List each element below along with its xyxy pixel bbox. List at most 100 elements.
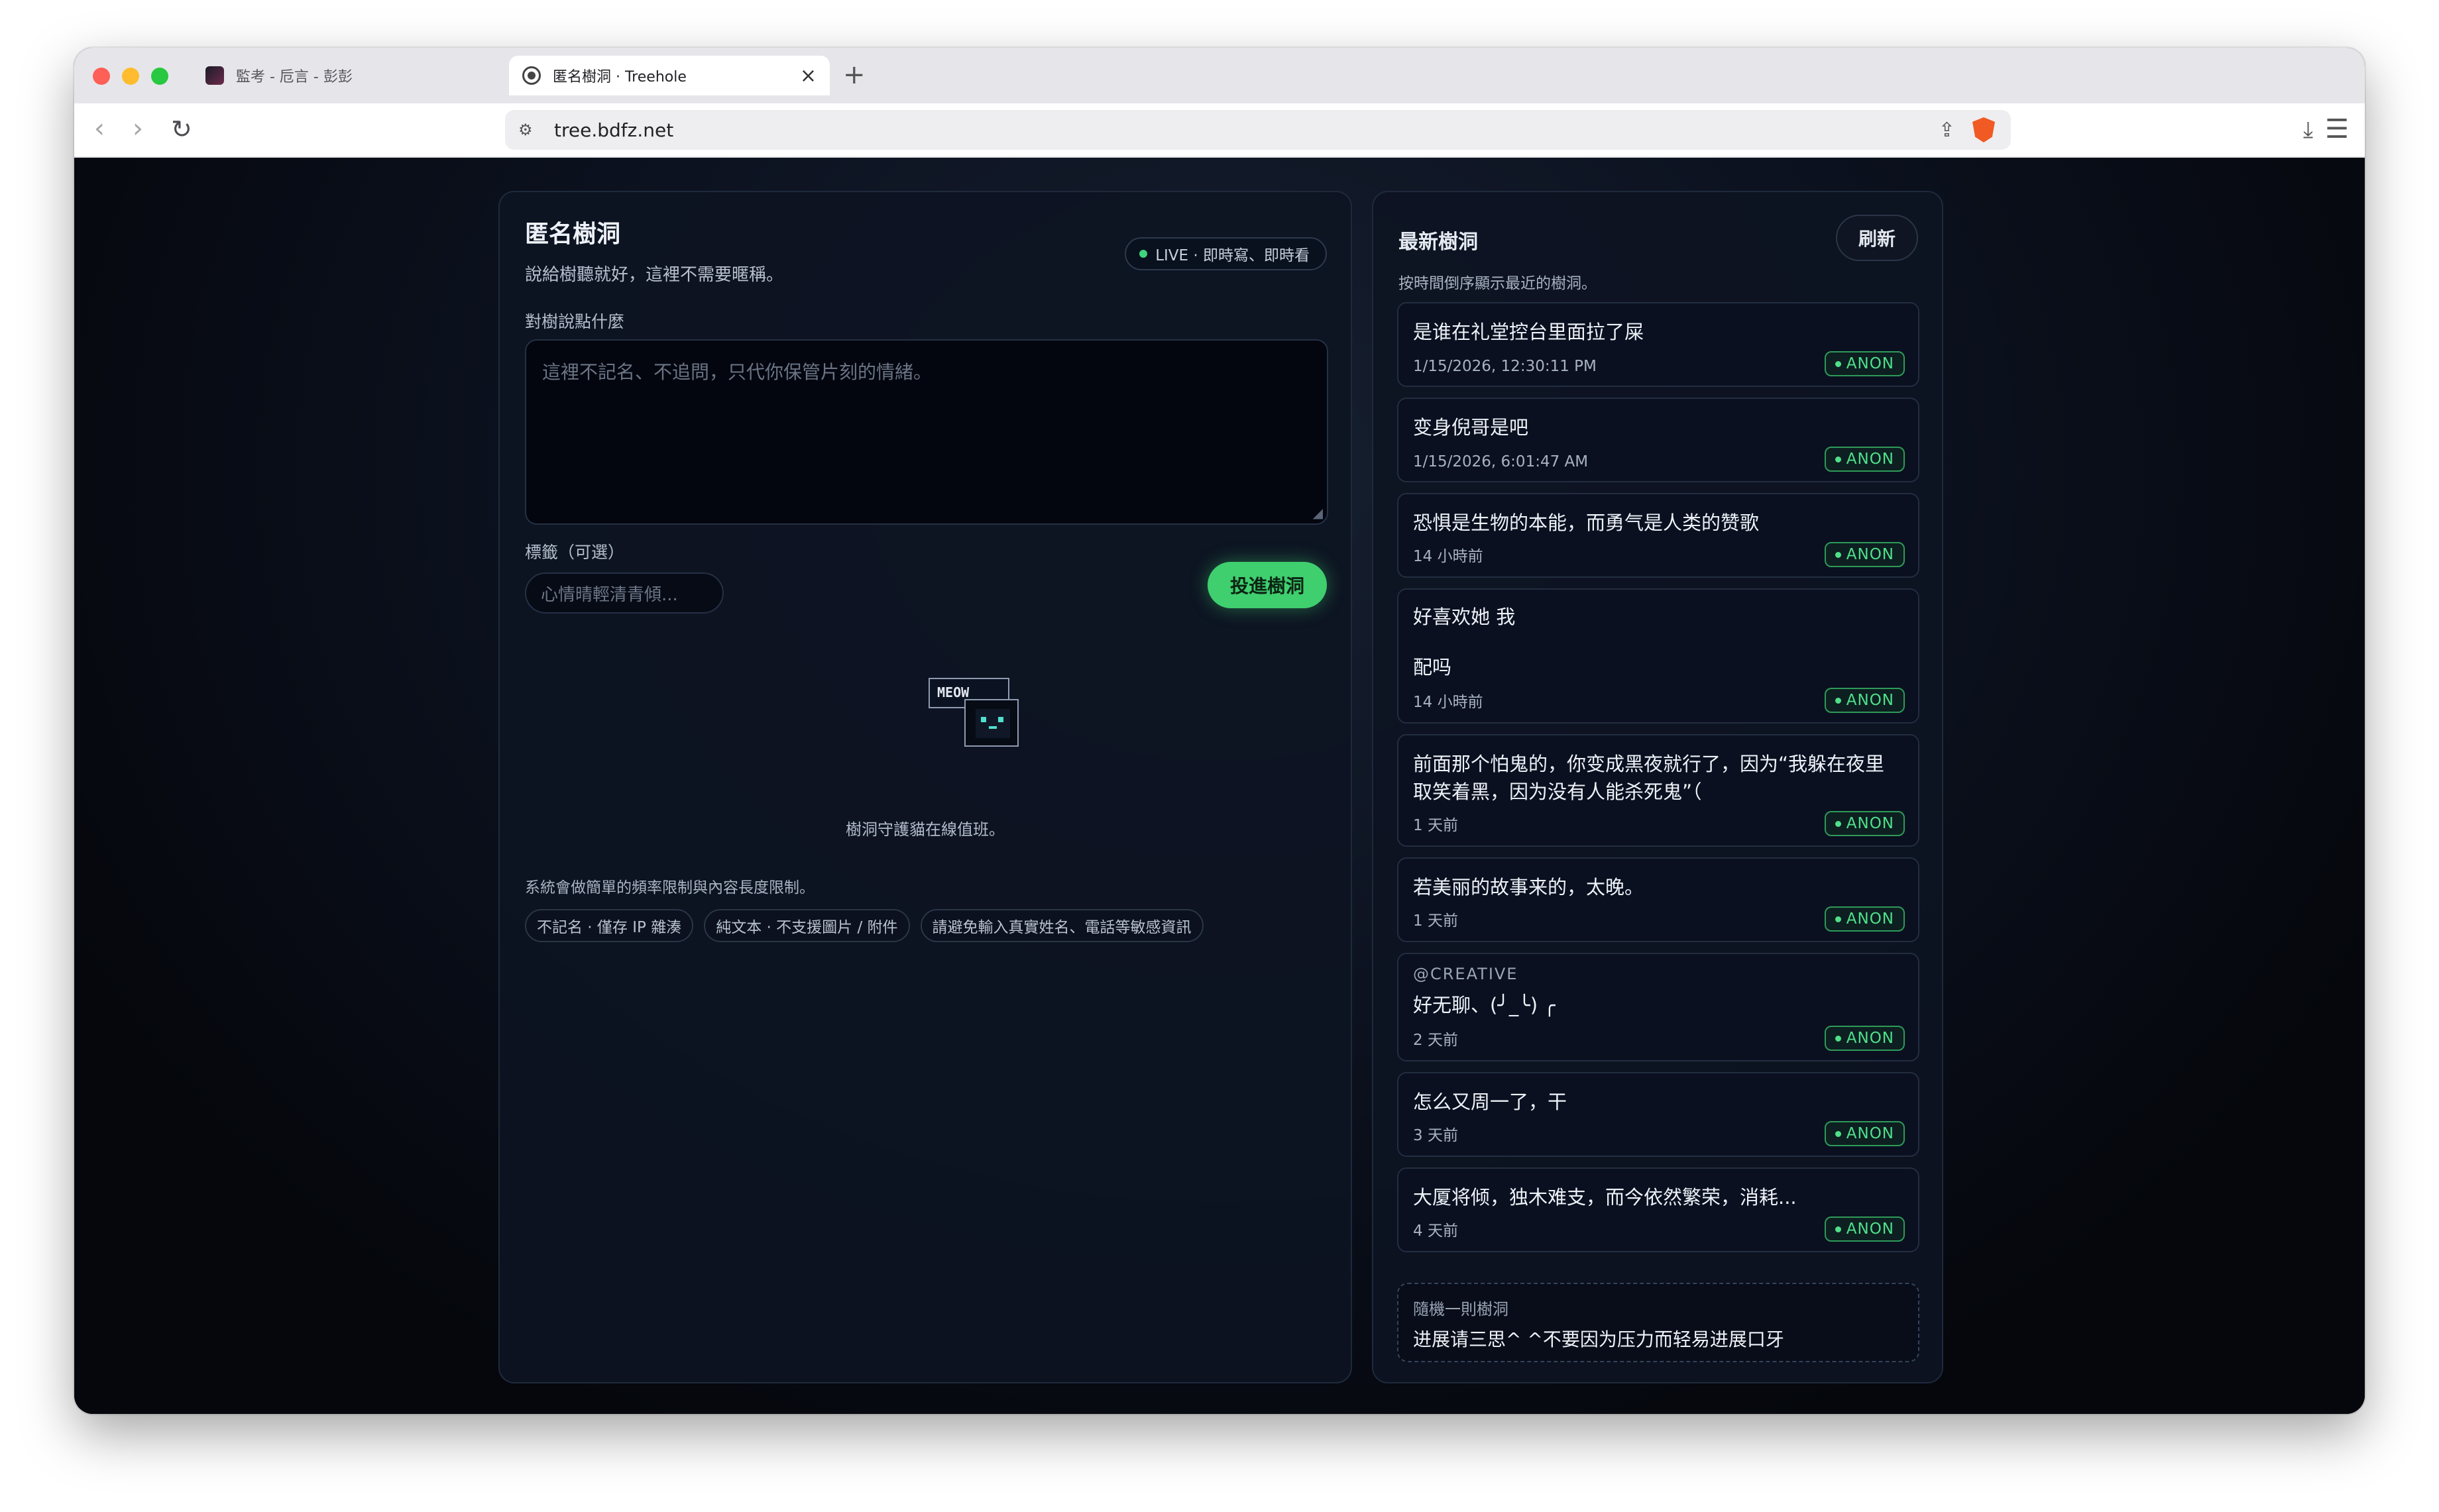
feed-post[interactable]: 大厦将倾，独木难支，而今依然繁荣，消耗... 4 天前 ANON	[1397, 1167, 1919, 1252]
feed-post[interactable]: 若美丽的故事来的，太晚。 1 天前 ANON	[1397, 857, 1919, 942]
message-label: 對樹說點什麼	[525, 312, 625, 331]
anon-badge-text: ANON	[1846, 1030, 1894, 1047]
url-text[interactable]: tree.bdfz.net	[554, 119, 1939, 141]
message-placeholder: 這裡不記名、不追問，只代你保管片刻的情緒。	[542, 361, 933, 383]
anon-dot-icon	[1835, 360, 1841, 367]
back-icon[interactable]: ‹	[94, 115, 105, 142]
refresh-button[interactable]: 刷新	[1836, 215, 1918, 261]
mascot-sign-text: MEOW	[937, 684, 970, 700]
reload-icon[interactable]: ↻	[171, 117, 192, 142]
post-text: 好喜欢她 我 配吗	[1413, 606, 1516, 678]
live-status-badge: LIVE · 即時寫、即時看	[1125, 237, 1327, 270]
limit-note: 系統會做簡單的頻率限制與內容長度限制。	[525, 879, 815, 896]
anon-dot-icon	[1835, 697, 1841, 704]
zoom-window-button[interactable]	[151, 68, 168, 85]
anon-dot-icon	[1835, 1035, 1841, 1042]
post-text: 前面那个怕鬼的，你变成黑夜就行了，因为“我躲在夜里取笑着黑，因为没有人能杀死鬼”…	[1413, 753, 1885, 803]
composer-card: 匿名樹洞 說給樹聽就好，這裡不需要暱稱。 LIVE · 即時寫、即時看 對樹說點…	[498, 191, 1352, 1383]
forward-icon[interactable]: ›	[133, 115, 143, 142]
anon-badge-text: ANON	[1846, 546, 1894, 563]
message-textarea[interactable]: 這裡不記名、不追問，只代你保管片刻的情緒。 ◢	[525, 339, 1328, 525]
tag-input[interactable]: 心情晴輕清青傾...	[525, 572, 724, 614]
post-time: 2 天前	[1413, 1032, 1458, 1049]
post-time: 1/15/2026, 6:01:47 AM	[1413, 453, 1589, 470]
post-text: 怎么又周一了，干	[1413, 1091, 1567, 1113]
resize-handle-icon[interactable]: ◢	[1313, 505, 1323, 521]
post-text: 恐惧是生物的本能，而勇气是人类的赞歌	[1413, 512, 1760, 534]
page-content: 匿名樹洞 說給樹聽就好，這裡不需要暱稱。 LIVE · 即時寫、即時看 對樹說點…	[74, 158, 2365, 1414]
close-window-button[interactable]	[93, 68, 110, 85]
mascot-caption: 樹洞守護貓在線值班。	[846, 820, 1005, 839]
tab-title: 匿名樹洞 · Treehole	[553, 69, 687, 85]
brave-shield-icon[interactable]	[1972, 117, 1995, 142]
anon-badge-text: ANON	[1846, 692, 1894, 709]
feed-post[interactable]: 变身倪哥是吧 1/15/2026, 6:01:47 AM ANON	[1397, 398, 1919, 482]
tab-title: 監考 - 卮言 - 彭彭	[236, 69, 353, 85]
anon-dot-icon	[1835, 1226, 1841, 1232]
anon-badge-text: ANON	[1846, 355, 1894, 372]
post-time: 4 天前	[1413, 1222, 1458, 1240]
live-badge-text: LIVE · 即時寫、即時看	[1155, 247, 1310, 264]
menu-icon[interactable]: ☰	[2325, 114, 2349, 144]
anon-badge: ANON	[1824, 688, 1905, 713]
feed-post[interactable]: 是谁在礼堂控台里面拉了屎 1/15/2026, 12:30:11 PM ANON	[1397, 302, 1919, 387]
random-post-box[interactable]: 隨機一則樹洞 进展请三思^ ^不要因为压力而轻易进展口牙	[1397, 1283, 1919, 1362]
feed-post[interactable]: 好喜欢她 我 配吗 14 小時前 ANON	[1397, 588, 1919, 724]
tab-strip: 監考 - 卮言 - 彭彭 匿名樹洞 · Treehole × +	[74, 48, 2365, 103]
site-favicon-icon	[205, 66, 224, 85]
post-text: 变身倪哥是吧	[1413, 416, 1529, 439]
anon-badge: ANON	[1824, 1216, 1905, 1242]
post-text: 若美丽的故事来的，太晚。	[1413, 876, 1644, 898]
cat-mascot-icon: MEOW	[929, 678, 1019, 747]
feed-title: 最新樹洞	[1398, 231, 1478, 254]
anon-dot-icon	[1835, 916, 1841, 922]
anon-badge-text: ANON	[1846, 451, 1894, 468]
policy-chip: 不記名 · 僅存 IP 雜湊	[525, 909, 694, 942]
anon-dot-icon	[1835, 551, 1841, 558]
anon-badge: ANON	[1824, 1121, 1905, 1146]
anon-dot-icon	[1835, 1130, 1841, 1137]
post-time: 1/15/2026, 12:30:11 PM	[1413, 358, 1597, 375]
globe-icon	[522, 66, 541, 85]
anon-badge: ANON	[1824, 1026, 1905, 1051]
share-icon[interactable]: ⇪	[1939, 119, 1955, 142]
policy-chip: 純文本 · 不支援圖片 / 附件	[704, 909, 910, 942]
anon-badge-text: ANON	[1846, 815, 1894, 832]
page-subtitle: 說給樹聽就好，這裡不需要暱稱。	[525, 265, 784, 285]
browser-toolbar: ‹ › ↻ ⚙ tree.bdfz.net ⇪ ⤓ ☰	[74, 103, 2365, 158]
post-text: 大厦将倾，独木难支，而今依然繁荣，消耗...	[1413, 1186, 1797, 1209]
post-text: 是谁在礼堂控台里面拉了屎	[1413, 321, 1644, 343]
anon-badge: ANON	[1824, 811, 1905, 836]
address-bar[interactable]: ⚙ tree.bdfz.net ⇪	[505, 110, 2011, 150]
anon-badge-text: ANON	[1846, 1220, 1894, 1238]
close-tab-icon[interactable]: ×	[800, 64, 817, 87]
site-settings-icon[interactable]: ⚙	[518, 121, 545, 139]
tag-label: 標籤（可選）	[525, 543, 625, 562]
browser-window: 監考 - 卮言 - 彭彭 匿名樹洞 · Treehole × + ‹ › ↻ ⚙…	[74, 48, 2365, 1414]
anon-badge: ANON	[1824, 351, 1905, 376]
post-time: 1 天前	[1413, 817, 1458, 834]
anon-dot-icon	[1835, 456, 1841, 462]
feed-post[interactable]: 前面那个怕鬼的，你变成黑夜就行了，因为“我躲在夜里取笑着黑，因为没有人能杀死鬼”…	[1397, 734, 1919, 847]
tab-active[interactable]: 匿名樹洞 · Treehole ×	[509, 56, 830, 95]
post-tag: @CREATIVE	[1413, 965, 1518, 983]
submit-button[interactable]: 投進樹洞	[1208, 562, 1327, 608]
post-time: 14 小時前	[1413, 694, 1483, 711]
minimize-window-button[interactable]	[122, 68, 139, 85]
post-text: 好无聊、(╯_╰) ╭	[1413, 994, 1556, 1016]
tag-placeholder: 心情晴輕清青傾...	[541, 584, 678, 605]
anon-badge-text: ANON	[1846, 1125, 1894, 1142]
feed-card: 最新樹洞 刷新 按時間倒序顯示最近的樹洞。 是谁在礼堂控台里面拉了屎 1/15/…	[1372, 191, 1943, 1383]
feed-post[interactable]: 恐惧是生物的本能，而勇气是人类的赞歌 14 小時前 ANON	[1397, 493, 1919, 578]
feed-post[interactable]: @CREATIVE 好无聊、(╯_╰) ╭ 2 天前 ANON	[1397, 953, 1919, 1061]
download-icon[interactable]: ⤓	[2303, 117, 2313, 143]
new-tab-button[interactable]: +	[843, 60, 866, 90]
random-post-label: 隨機一則樹洞	[1413, 1300, 1508, 1319]
policy-chips: 不記名 · 僅存 IP 雜湊 純文本 · 不支援圖片 / 附件 請避免輸入真實姓…	[525, 909, 1204, 942]
feed-post[interactable]: 怎么又周一了，干 3 天前 ANON	[1397, 1072, 1919, 1157]
anon-dot-icon	[1835, 820, 1841, 827]
feed-subtitle: 按時間倒序顯示最近的樹洞。	[1398, 275, 1597, 292]
anon-badge: ANON	[1824, 906, 1905, 932]
post-time: 1 天前	[1413, 912, 1458, 930]
tab-inactive[interactable]: 監考 - 卮言 - 彭彭	[192, 56, 471, 95]
